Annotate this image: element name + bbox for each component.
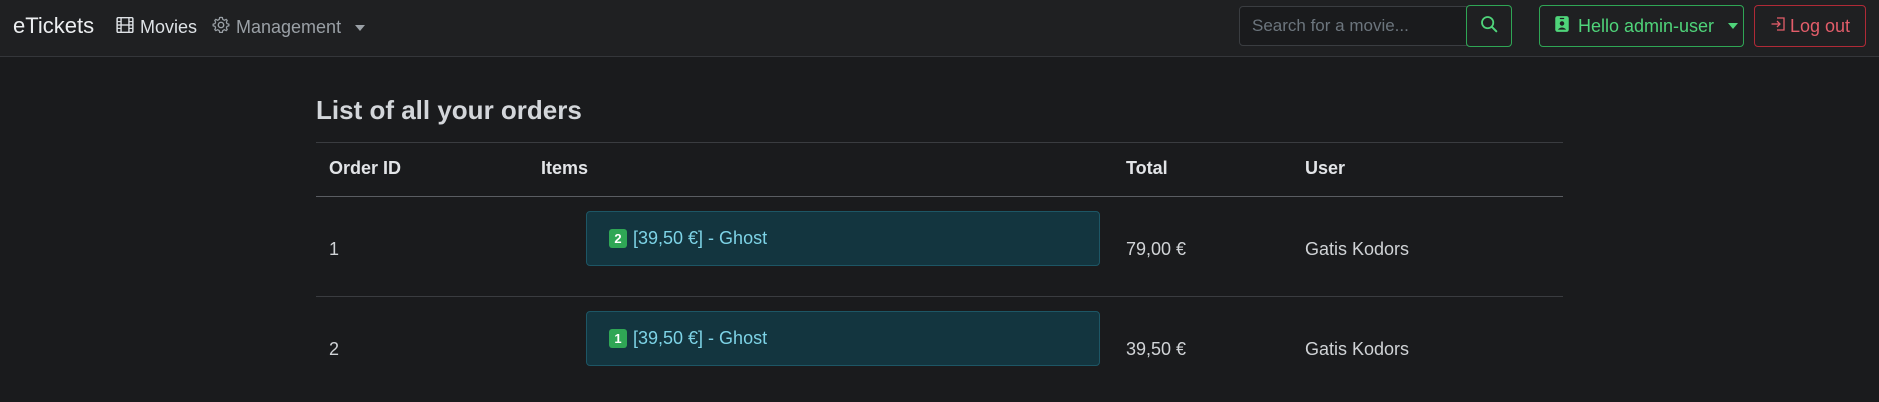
order-id-cell: 2 — [329, 339, 340, 359]
order-user-cell: Gatis Kodors — [1305, 339, 1410, 359]
column-header-items: Items — [541, 158, 589, 178]
page-title: List of all your orders — [316, 95, 582, 125]
nav-movies[interactable]: Movies — [116, 16, 197, 39]
logout-button[interactable]: Log out — [1754, 5, 1866, 47]
user-dropdown-button[interactable]: Hello admin-user — [1539, 5, 1744, 47]
search-icon — [1480, 15, 1498, 38]
order-id-cell: 1 — [329, 239, 340, 259]
search-input[interactable] — [1239, 6, 1467, 46]
table-row-border — [316, 296, 1563, 297]
order-item: 1 [39,50 €] - Ghost — [586, 311, 1100, 366]
column-header-order-id: Order ID — [329, 158, 402, 178]
logout-label: Log out — [1790, 15, 1851, 36]
table-top-border — [316, 142, 1563, 143]
order-item-label: [39,50 €] - Ghost — [633, 328, 768, 348]
order-total-cell: 79,00 € — [1126, 239, 1187, 259]
user-greeting-label: Hello admin-user — [1578, 15, 1715, 36]
quantity-badge: 1 — [609, 329, 627, 348]
table-header-border — [316, 196, 1563, 197]
nav-movies-label: Movies — [140, 17, 198, 37]
person-badge-icon — [1554, 15, 1570, 38]
nav-management-label: Management — [236, 17, 342, 37]
quantity-badge: 2 — [609, 229, 627, 248]
film-icon — [116, 16, 134, 39]
order-total-cell: 39,50 € — [1126, 339, 1187, 359]
logout-icon — [1770, 16, 1786, 37]
nav-management-dropdown[interactable]: Management — [212, 16, 366, 39]
order-user-cell: Gatis Kodors — [1305, 239, 1410, 259]
order-item-label: [39,50 €] - Ghost — [633, 228, 768, 248]
search-button[interactable] — [1466, 5, 1512, 47]
gear-icon — [212, 16, 230, 39]
brand-logo[interactable]: eTickets — [13, 13, 94, 39]
order-item: 2 [39,50 €] - Ghost — [586, 211, 1100, 266]
navbar: eTickets Movies Management Hello admin-u… — [0, 0, 1879, 57]
column-header-total: Total — [1126, 158, 1168, 178]
column-header-user: User — [1305, 158, 1346, 178]
chevron-down-icon — [355, 24, 366, 31]
chevron-down-icon — [1728, 23, 1739, 29]
